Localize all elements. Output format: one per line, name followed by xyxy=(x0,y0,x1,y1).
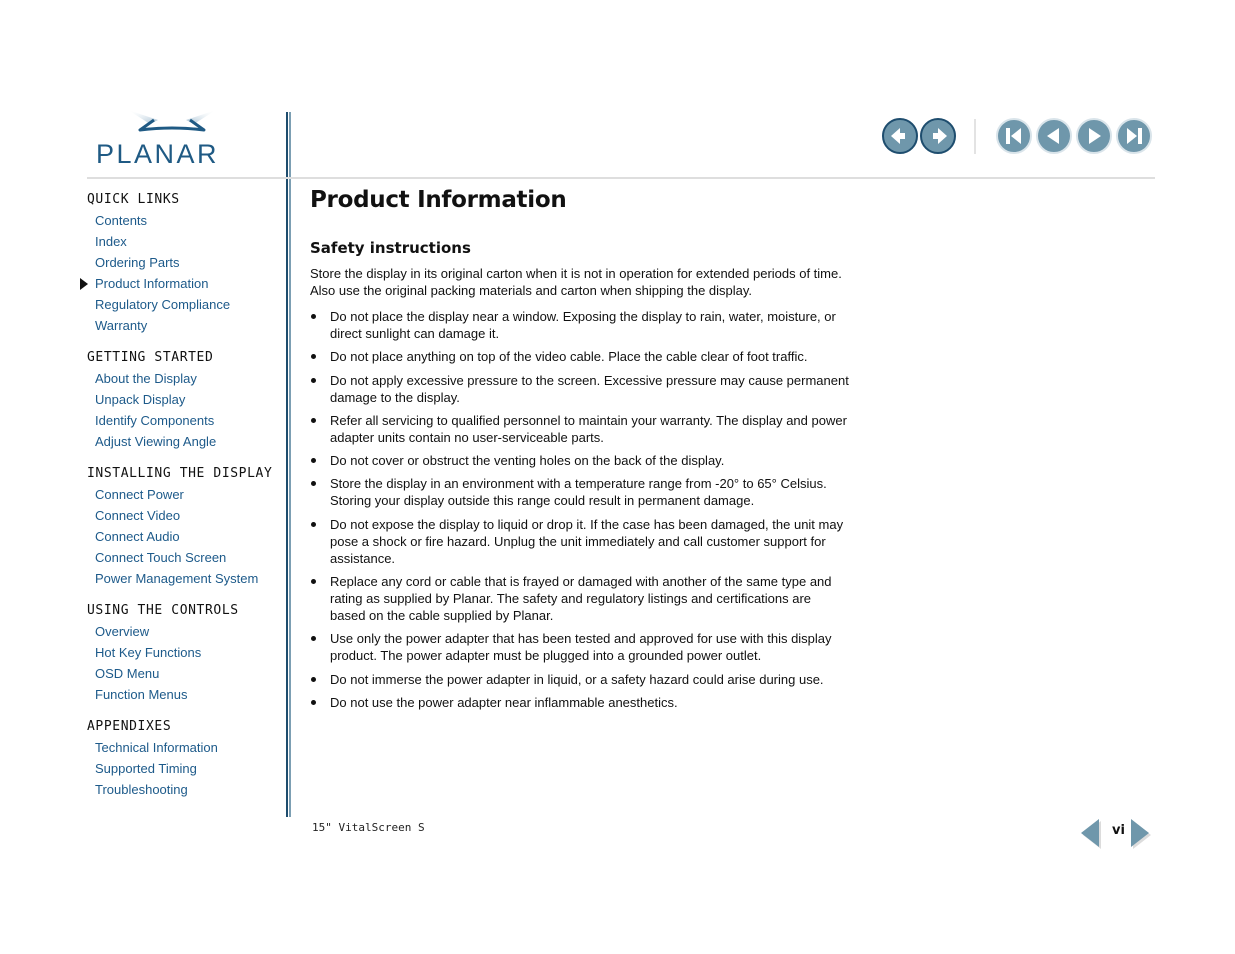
list-item-text: Do not place the display near a window. … xyxy=(330,309,836,341)
list-item: Do not place the display near a window. … xyxy=(310,308,850,342)
section-title: APPENDIXES xyxy=(87,719,172,734)
sidebar-item-index[interactable]: Index xyxy=(87,233,282,254)
footer-previous-page-button[interactable] xyxy=(1080,818,1102,854)
next-page-icon xyxy=(1089,128,1101,144)
current-page-marker-icon xyxy=(80,278,88,290)
history-back-button[interactable] xyxy=(882,118,918,154)
sidebar-item-function-menus[interactable]: Function Menus xyxy=(87,686,282,707)
list-item: Do not immerse the power adapter in liqu… xyxy=(310,671,850,688)
logo-emblem-icon xyxy=(128,110,216,132)
previous-page-button[interactable] xyxy=(1036,118,1072,154)
bullet-icon xyxy=(311,676,316,682)
list-item: Do not use the power adapter near inflam… xyxy=(310,694,850,711)
list-item: Replace any cord or cable that is frayed… xyxy=(310,573,850,624)
history-back-icon xyxy=(891,128,905,144)
section-title: GETTING STARTED xyxy=(87,350,214,365)
logo-wordmark: PLANAR xyxy=(96,139,220,169)
list-item-text: Do not immerse the power adapter in liqu… xyxy=(330,671,824,687)
sidebar-item-supported-timing[interactable]: Supported Timing xyxy=(87,760,282,781)
list-item-text: Replace any cord or cable that is frayed… xyxy=(330,574,832,624)
bullet-icon xyxy=(311,458,316,464)
bullet-icon xyxy=(311,699,316,705)
sidebar-item-identify-components[interactable]: Identify Components xyxy=(87,412,282,433)
header-divider xyxy=(87,177,1155,179)
list-item-text: Do not place anything on top of the vide… xyxy=(330,349,808,365)
sidebar-section-quick-links: QUICK LINKS Contents Index Ordering Part… xyxy=(80,192,282,338)
first-page-button[interactable] xyxy=(996,118,1032,154)
list-item: Store the display in an environment with… xyxy=(310,475,850,509)
sidebar-item-label: Product Information xyxy=(95,276,209,291)
sidebar-item-connect-video[interactable]: Connect Video xyxy=(87,507,282,528)
sidebar-item-contents[interactable]: Contents xyxy=(87,212,282,233)
list-item: Do not place anything on top of the vide… xyxy=(310,348,850,365)
sidebar-section-getting-started: GETTING STARTED About the Display Unpack… xyxy=(87,350,282,454)
product-name-footer: 15" VitalScreen S xyxy=(312,821,425,834)
history-forward-button[interactable] xyxy=(920,118,956,154)
sidebar-section-using-the-controls: USING THE CONTROLS Overview Hot Key Func… xyxy=(87,603,282,707)
history-forward-icon xyxy=(933,128,947,144)
bullet-icon xyxy=(311,636,316,642)
sidebar-item-warranty[interactable]: Warranty xyxy=(87,317,282,338)
section-title: QUICK LINKS xyxy=(87,192,180,207)
sidebar-section-appendixes: APPENDIXES Technical Information Support… xyxy=(87,719,282,802)
list-item-text: Use only the power adapter that has been… xyxy=(330,631,832,664)
first-page-icon xyxy=(1006,128,1021,144)
bullet-icon xyxy=(311,417,316,423)
sidebar-item-connect-power[interactable]: Connect Power xyxy=(87,486,282,507)
last-page-icon xyxy=(1127,128,1142,144)
planar-logo: PLANAR xyxy=(96,108,251,168)
bullet-icon xyxy=(311,579,316,585)
sidebar-item-connect-audio[interactable]: Connect Audio xyxy=(87,528,282,549)
bullet-icon xyxy=(311,314,316,319)
sidebar-item-ordering-parts[interactable]: Ordering Parts xyxy=(87,254,282,275)
list-item-text: Do not expose the display to liquid or d… xyxy=(330,516,844,566)
sidebar-section-installing-the-display: INSTALLING THE DISPLAY Connect Power Con… xyxy=(87,466,282,591)
bullet-icon xyxy=(311,481,316,487)
list-item: Refer all servicing to qualified personn… xyxy=(310,412,850,446)
bullet-icon xyxy=(311,354,316,360)
page-number: vi xyxy=(1112,823,1125,838)
sidebar-item-power-management-system[interactable]: Power Management System xyxy=(87,570,282,591)
previous-page-arrow-icon xyxy=(1081,819,1101,849)
bullet-icon xyxy=(311,377,316,383)
sidebar-item-adjust-viewing-angle[interactable]: Adjust Viewing Angle xyxy=(87,433,282,454)
list-item-text: Store the display in an environment with… xyxy=(330,476,827,509)
toolbar-separator xyxy=(974,119,976,154)
list-item-text: Do not apply excessive pressure to the s… xyxy=(330,372,849,405)
section-heading: Safety instructions xyxy=(310,239,471,257)
list-item: Use only the power adapter that has been… xyxy=(310,630,850,664)
sidebar-item-technical-information[interactable]: Technical Information xyxy=(87,739,282,760)
sidebar-item-hot-key-functions[interactable]: Hot Key Functions xyxy=(87,644,282,665)
sidebar-item-regulatory-compliance[interactable]: Regulatory Compliance xyxy=(87,296,282,317)
section-title: INSTALLING THE DISPLAY xyxy=(87,466,273,481)
sidebar-item-osd-menu[interactable]: OSD Menu xyxy=(87,665,282,686)
sidebar-item-product-information[interactable]: Product Information xyxy=(80,275,282,296)
sidebar-item-connect-touch-screen[interactable]: Connect Touch Screen xyxy=(87,549,282,570)
sidebar-item-about-the-display[interactable]: About the Display xyxy=(87,370,282,391)
list-item: Do not cover or obstruct the venting hol… xyxy=(310,452,850,469)
intro-paragraph: Store the display in its original carton… xyxy=(310,266,842,298)
main-content: Product Information Safety instructions … xyxy=(310,186,850,717)
sidebar-item-unpack-display[interactable]: Unpack Display xyxy=(87,391,282,412)
page-title: Product Information xyxy=(310,187,567,213)
footer-next-page-button[interactable] xyxy=(1130,818,1152,854)
next-page-button[interactable] xyxy=(1076,118,1112,154)
sidebar-item-overview[interactable]: Overview xyxy=(87,623,282,644)
previous-page-icon xyxy=(1047,128,1059,144)
list-item-text: Do not use the power adapter near inflam… xyxy=(330,694,678,710)
safety-instructions-list: Do not place the display near a window. … xyxy=(310,308,850,711)
next-page-arrow-icon xyxy=(1131,819,1151,849)
list-item-text: Do not cover or obstruct the venting hol… xyxy=(330,453,725,469)
list-item: Do not apply excessive pressure to the s… xyxy=(310,372,850,406)
section-title: USING THE CONTROLS xyxy=(87,603,239,618)
last-page-button[interactable] xyxy=(1116,118,1152,154)
bullet-icon xyxy=(311,521,316,527)
sidebar-item-troubleshooting[interactable]: Troubleshooting xyxy=(87,781,282,802)
list-item-text: Refer all servicing to qualified personn… xyxy=(330,412,847,445)
sidebar-divider xyxy=(286,112,291,817)
sidebar-navigation: QUICK LINKS Contents Index Ordering Part… xyxy=(80,192,282,814)
list-item: Do not expose the display to liquid or d… xyxy=(310,516,850,567)
